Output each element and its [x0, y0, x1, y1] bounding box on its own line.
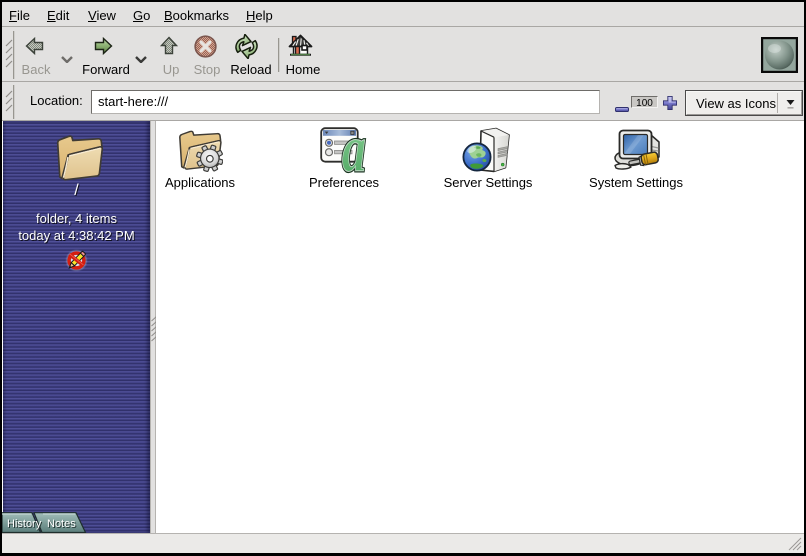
svg-text:Notes: Notes [47, 518, 76, 530]
svg-text:a: a [342, 127, 366, 174]
svg-text:History: History [7, 518, 42, 530]
